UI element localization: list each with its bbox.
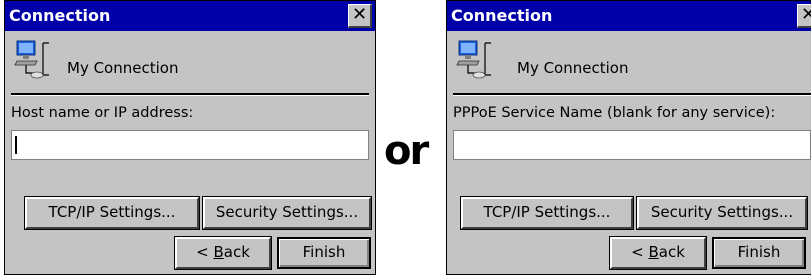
separator-line [453, 93, 811, 96]
finish-button[interactable]: Finish [277, 237, 371, 269]
network-connection-icon [14, 40, 49, 79]
host-field-label: Host name or IP address: [11, 105, 194, 121]
tcpip-settings-button[interactable]: TCP/IP Settings... [24, 196, 200, 230]
dialog-title: Connection [451, 6, 553, 25]
tcpip-settings-button[interactable]: TCP/IP Settings... [460, 196, 634, 230]
separator-line [11, 93, 369, 96]
host-input[interactable] [11, 130, 369, 160]
back-button[interactable]: < Back [174, 236, 272, 270]
text-caret [15, 136, 17, 154]
title-bar: Connection ✕ [447, 1, 811, 31]
security-settings-button[interactable]: Security Settings... [636, 196, 808, 230]
close-button[interactable]: ✕ [348, 4, 372, 28]
network-connection-icon [456, 40, 491, 79]
connection-dialog-host: Connection ✕ My Connection Host name or … [4, 0, 376, 275]
close-icon: ✕ [351, 4, 368, 25]
connection-name: My Connection [517, 59, 629, 77]
pppoe-field-label: PPPoE Service Name (blank for any servic… [453, 105, 776, 121]
connection-dialog-pppoe: Connection ✕ My Connection PPPoE Service… [446, 0, 811, 275]
back-button[interactable]: < Back [609, 236, 707, 270]
or-separator-text: or [384, 128, 429, 174]
close-button[interactable]: ✕ [797, 4, 811, 28]
pppoe-service-input[interactable] [453, 130, 811, 160]
security-settings-button[interactable]: Security Settings... [202, 196, 372, 230]
dialog-title: Connection [9, 6, 111, 25]
finish-button[interactable]: Finish [712, 237, 806, 269]
title-bar: Connection ✕ [5, 1, 375, 31]
connection-name: My Connection [67, 59, 179, 77]
close-icon: ✕ [801, 4, 811, 25]
